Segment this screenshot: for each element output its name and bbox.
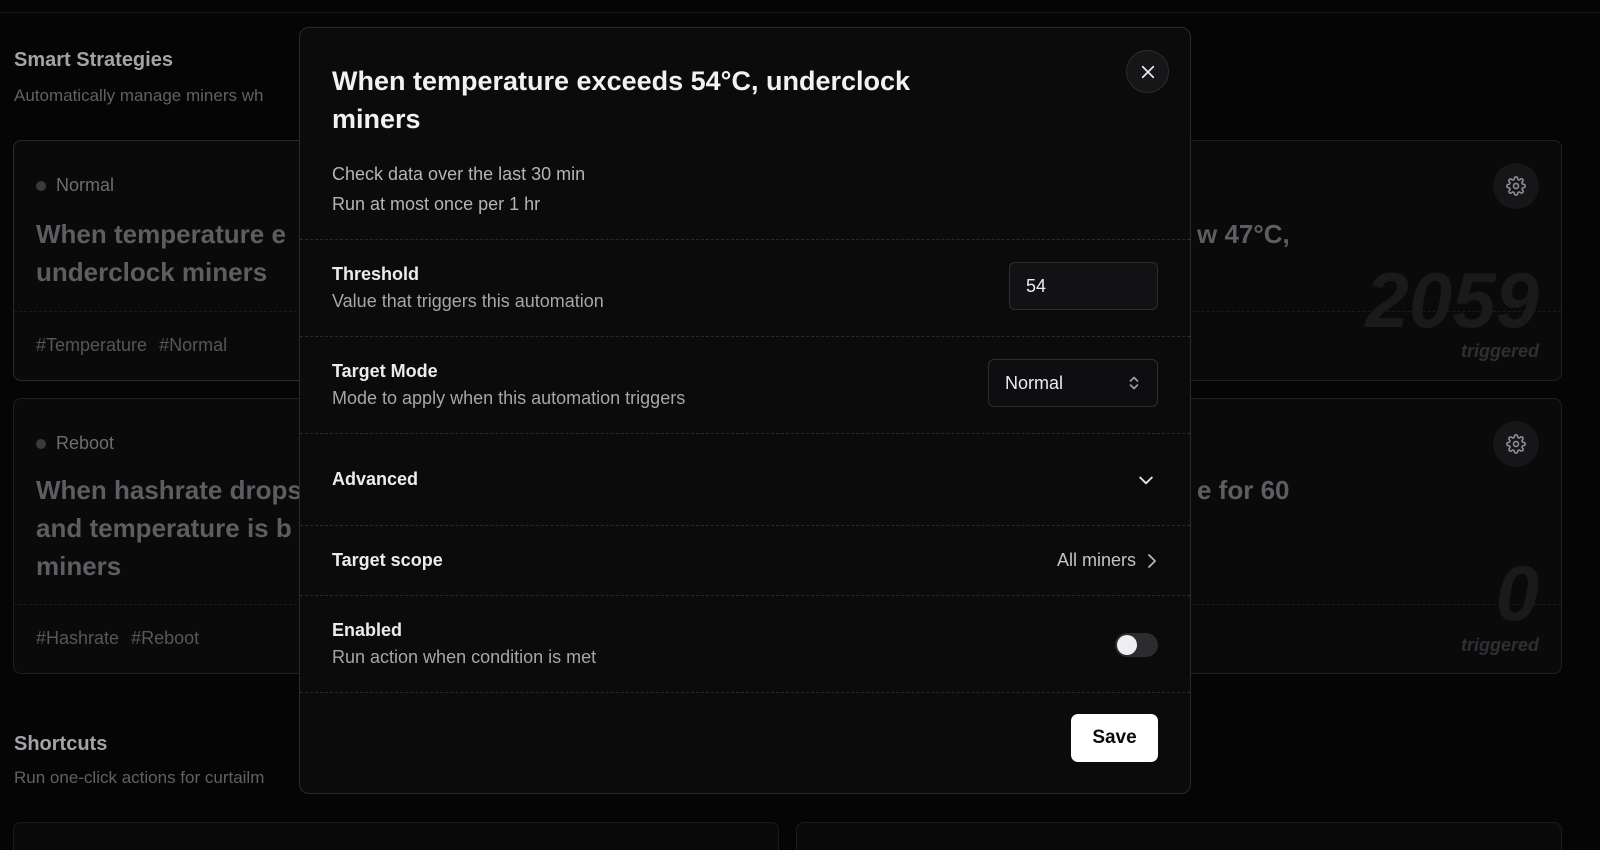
advanced-row[interactable]: Advanced — [300, 433, 1190, 525]
header-divider — [0, 12, 1600, 13]
card-mode: Reboot — [36, 433, 114, 454]
target-mode-value: Normal — [1005, 372, 1064, 393]
target-scope-row[interactable]: Target scope All miners — [300, 525, 1190, 595]
card-divider — [14, 604, 312, 605]
card-title-fragment: w 47°C, — [1197, 219, 1290, 249]
chevron-down-icon[interactable] — [1134, 468, 1158, 492]
card-title: When hashrate drops and temperature is b… — [36, 475, 302, 581]
strategy-card-reboot[interactable]: Reboot When hashrate drops and temperatu… — [13, 398, 313, 674]
enabled-label: Enabled — [332, 620, 403, 640]
status-dot — [36, 180, 46, 191]
target-scope-link[interactable]: All miners — [1057, 550, 1158, 571]
target-mode-label: Target Mode — [332, 361, 438, 381]
chevron-right-icon — [1146, 552, 1158, 570]
close-icon — [1139, 63, 1157, 81]
modal-title: When temperature exceeds 54°C, undercloc… — [332, 66, 911, 134]
enabled-description: Run action when condition is met — [332, 647, 597, 667]
target-mode-row: Target Mode Mode to apply when this auto… — [300, 336, 1190, 433]
trigger-label: triggered — [1460, 341, 1539, 361]
chevron-up-down-icon — [1127, 375, 1141, 391]
threshold-input[interactable] — [1009, 262, 1158, 310]
target-scope-label: Target scope — [332, 550, 443, 570]
card-title: When temperature e underclock miners — [36, 219, 286, 287]
smart-strategies-title: Smart Strategies — [14, 49, 173, 71]
shortcut-card[interactable] — [13, 822, 779, 850]
trigger-count: 2059 — [1365, 256, 1539, 344]
tag: #Reboot — [131, 628, 200, 648]
trigger-count: 0 — [1495, 549, 1539, 637]
advanced-label: Advanced — [332, 469, 419, 489]
target-scope-value: All miners — [1056, 550, 1136, 570]
card-divider — [14, 311, 312, 312]
run-frequency: Run at most once per 1 hr — [332, 194, 541, 214]
toggle-knob — [1117, 635, 1137, 655]
tag: #Normal — [159, 335, 228, 355]
card-tags: #Hashrate #Reboot — [36, 628, 199, 649]
lookback-window: Check data over the last 30 min — [332, 164, 586, 184]
card-tags: #Temperature #Normal — [36, 335, 227, 356]
footer-divider — [300, 692, 1190, 693]
smart-strategies-subtitle: Automatically manage miners wh — [14, 86, 264, 105]
card-title-fragment: e for 60 — [1197, 475, 1290, 505]
shortcuts-title: Shortcuts — [14, 733, 108, 755]
shortcuts-subtitle: Run one-click actions for curtailm — [14, 768, 265, 787]
target-mode-description: Mode to apply when this automation trigg… — [332, 388, 686, 408]
save-button[interactable]: Save — [1071, 714, 1158, 762]
close-button[interactable] — [1126, 50, 1169, 93]
gear-icon[interactable] — [1493, 163, 1539, 209]
shortcut-card[interactable] — [796, 822, 1562, 850]
strategy-card-normal[interactable]: Normal When temperature e underclock min… — [13, 140, 313, 381]
threshold-row: Threshold Value that triggers this autom… — [300, 239, 1190, 336]
enabled-toggle[interactable] — [1115, 633, 1158, 657]
threshold-label: Threshold — [332, 264, 420, 284]
trigger-label: triggered — [1460, 635, 1539, 655]
tag: #Temperature — [36, 335, 148, 355]
card-mode-label: Normal — [56, 175, 115, 195]
card-mode-label: Reboot — [56, 433, 115, 453]
threshold-description: Value that triggers this automation — [332, 291, 604, 311]
status-dot — [36, 438, 46, 449]
card-mode: Normal — [36, 175, 114, 196]
gear-icon[interactable] — [1493, 421, 1539, 467]
automation-modal: When temperature exceeds 54°C, undercloc… — [299, 27, 1191, 794]
enabled-row: Enabled Run action when condition is met — [300, 595, 1190, 692]
tag: #Hashrate — [36, 628, 120, 648]
target-mode-select[interactable]: Normal — [988, 359, 1158, 407]
